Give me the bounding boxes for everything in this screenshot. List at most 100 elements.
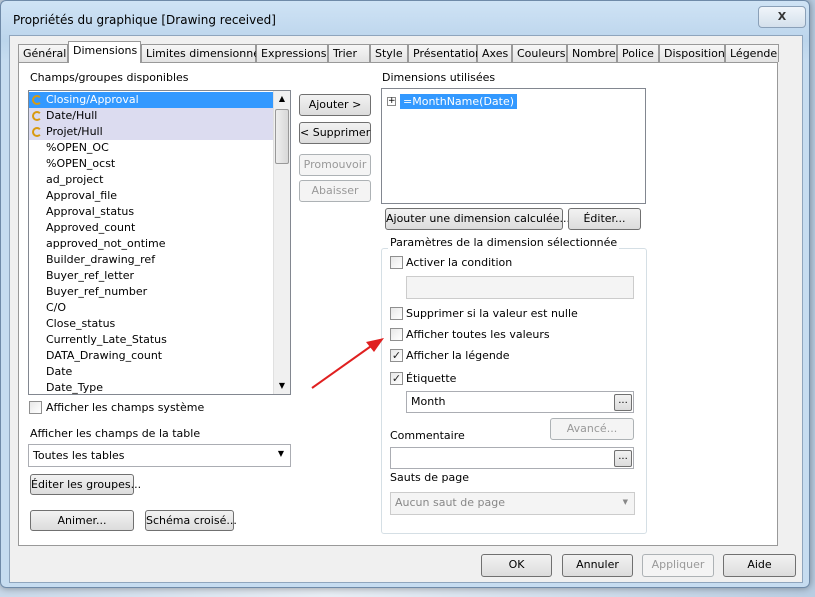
list-item[interactable]: %OPEN_OC (29, 140, 274, 156)
list-item-label: Buyer_ref_letter (46, 269, 134, 282)
list-item-label: Currently_Late_Status (46, 333, 167, 346)
page-breaks-value: Aucun saut de page (395, 496, 505, 509)
tab-5[interactable]: Style (370, 44, 408, 62)
available-label: Champs/groupes disponibles (30, 71, 189, 84)
show-legend-label: Afficher la légende (406, 349, 510, 362)
chevron-down-icon: ▼ (622, 498, 628, 506)
list-item[interactable]: Currently_Late_Status (29, 332, 274, 348)
table-select[interactable]: Toutes les tables ▼ (28, 444, 291, 467)
advanced-button[interactable]: Avancé... (550, 418, 634, 440)
scrollbar[interactable]: ▲ ▼ (273, 91, 290, 394)
group-icon (32, 111, 42, 121)
list-item[interactable]: Date_Type (29, 380, 274, 394)
list-item-label: Closing/Approval (46, 93, 139, 106)
show-all-values-checkbox[interactable] (390, 328, 403, 341)
used-label: Dimensions utilisées (382, 71, 496, 84)
comment-expression-button[interactable]: ... (614, 450, 632, 467)
list-item-label: Date/Hull (46, 109, 98, 122)
cancel-button[interactable]: Annuler (562, 554, 633, 577)
tab-7[interactable]: Axes (477, 44, 512, 62)
used-dimension-item[interactable]: =MonthName(Date) (400, 94, 518, 109)
condition-checkbox[interactable] (390, 256, 403, 269)
list-item-label: C/O (46, 301, 67, 314)
arrow-head (366, 338, 384, 352)
chevron-down-icon: ▼ (277, 449, 284, 458)
used-dimensions-list[interactable]: + =MonthName(Date) (381, 88, 646, 204)
animate-button[interactable]: Animer... (30, 510, 134, 531)
close-button[interactable]: X (758, 6, 806, 28)
help-button[interactable]: Aide (723, 554, 796, 577)
label-label: Étiquette (406, 372, 457, 385)
list-item-label: DATA_Drawing_count (46, 349, 163, 362)
list-item-label: Date_Type (46, 381, 104, 394)
suppress-null-label: Supprimer si la valeur est nulle (406, 307, 578, 320)
table-fields-label: Afficher les champs de la table (30, 427, 201, 440)
tab-9[interactable]: Nombre (567, 44, 617, 62)
label-input-value: Month (411, 395, 446, 408)
tab-8[interactable]: Couleurs (512, 44, 567, 62)
add-calculated-dimension-button[interactable]: Ajouter une dimension calculée...... (385, 208, 581, 230)
list-item-label: Builder_drawing_ref (46, 253, 156, 266)
label-expression-button[interactable]: ... (614, 394, 632, 411)
tab-4[interactable]: Trier (328, 44, 370, 62)
list-item[interactable]: Buyer_ref_letter (29, 268, 274, 284)
label-input[interactable]: Month (406, 391, 634, 413)
list-item[interactable]: Approval_file (29, 188, 274, 204)
add-button[interactable]: Ajouter > (299, 94, 371, 116)
tab-0[interactable]: Général (18, 44, 68, 62)
list-item[interactable]: Closing/Approval (29, 92, 274, 108)
comment-input[interactable] (390, 447, 634, 469)
cross-table-button[interactable]: Schéma croisé... (145, 510, 237, 531)
tab-10[interactable]: Police (617, 44, 659, 62)
expand-icon[interactable]: + (387, 97, 396, 106)
list-item-label: %OPEN_OC (46, 141, 109, 154)
apply-button[interactable]: Appliquer (642, 554, 714, 577)
tab-12[interactable]: Légende (725, 44, 779, 62)
list-item[interactable]: Date/Hull (29, 108, 274, 124)
promote-button[interactable]: Promouvoir (299, 154, 371, 176)
list-item[interactable]: Buyer_ref_number (29, 284, 274, 300)
show-all-values-label: Afficher toutes les valeurs (406, 328, 550, 341)
list-item-label: Date (46, 365, 73, 378)
page-breaks-label: Sauts de page (390, 471, 469, 484)
edit-button[interactable]: Éditer... (568, 208, 641, 230)
list-item-label: Buyer_ref_number (46, 285, 148, 298)
list-item[interactable]: Approved_count (29, 220, 274, 236)
list-item[interactable]: %OPEN_ocst (29, 156, 274, 172)
list-item[interactable]: ad_project (29, 172, 274, 188)
tab-11[interactable]: Disposition (659, 44, 725, 62)
tab-1[interactable]: Dimensions (68, 41, 141, 63)
list-item[interactable]: Builder_drawing_ref (29, 252, 274, 268)
list-item[interactable]: Projet/Hull (29, 124, 274, 140)
list-item[interactable]: Date (29, 364, 274, 380)
list-item-label: ad_project (46, 173, 104, 186)
list-item-label: Approval_status (46, 205, 135, 218)
tab-6[interactable]: Présentation (408, 44, 482, 62)
ok-button[interactable]: OK (481, 554, 552, 577)
demote-button[interactable]: Abaisser (299, 180, 371, 202)
show-system-checkbox[interactable] (29, 401, 42, 414)
tab-3[interactable]: Expressions (256, 44, 328, 62)
page-breaks-select[interactable]: Aucun saut de page ▼ (390, 492, 635, 515)
show-system-label: Afficher les champs système (46, 401, 205, 414)
list-item[interactable]: DATA_Drawing_count (29, 348, 274, 364)
list-item[interactable]: approved_not_ontime (29, 236, 274, 252)
list-item-label: Approval_file (46, 189, 118, 202)
label-checkbox[interactable]: ✓ (390, 372, 403, 385)
scroll-up-icon[interactable]: ▲ (274, 91, 290, 107)
red-arrow-annotation (311, 338, 384, 389)
tab-2[interactable]: Limites dimensionnelles (141, 44, 279, 62)
remove-button[interactable]: < Supprimer (299, 122, 371, 144)
edit-groups-button[interactable]: Éditer les groupes... (30, 474, 141, 495)
scroll-down-icon[interactable]: ▼ (274, 378, 290, 394)
list-item[interactable]: Close_status (29, 316, 274, 332)
suppress-null-checkbox[interactable] (390, 307, 403, 320)
show-legend-checkbox[interactable]: ✓ (390, 349, 403, 362)
scroll-thumb[interactable] (275, 109, 289, 164)
available-fields-list[interactable]: Closing/Approval Date/Hull Projet/Hull %OPE… (28, 90, 291, 395)
condition-input[interactable] (406, 276, 634, 299)
condition-label: Activer la condition (406, 256, 513, 269)
list-item[interactable]: C/O (29, 300, 274, 316)
list-item[interactable]: Approval_status (29, 204, 274, 220)
dialog-title: Propriétés du graphique [Drawing receive… (13, 13, 276, 27)
